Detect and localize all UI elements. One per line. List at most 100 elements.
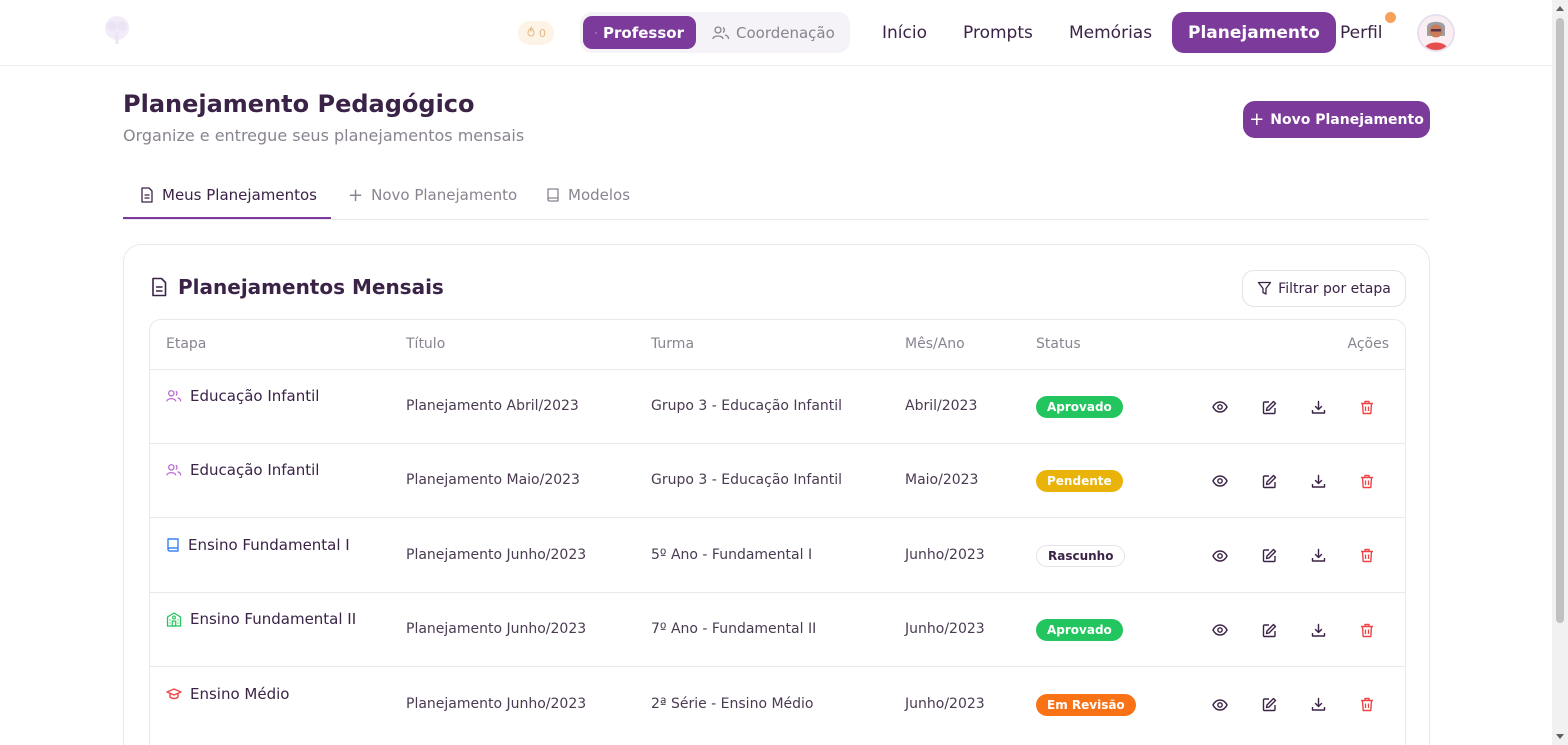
user-avatar-icon bbox=[1419, 16, 1453, 50]
filter-icon bbox=[1258, 281, 1272, 295]
table-row: Ensino Fundamental II Planejamento Junho/… bbox=[150, 593, 1405, 668]
turma-cell: 7º Ano - Fundamental II bbox=[651, 621, 817, 638]
page-subtitle: Organize e entregue seus planejamentos m… bbox=[123, 126, 525, 145]
filter-label: Filtrar por etapa bbox=[1278, 280, 1391, 297]
new-planning-button[interactable]: + Novo Planejamento bbox=[1243, 101, 1430, 138]
card-title-text: Planejamentos Mensais bbox=[178, 275, 444, 299]
titulo-cell: Planejamento Junho/2023 bbox=[406, 695, 587, 712]
mes-ano-cell: Junho/2023 bbox=[905, 621, 985, 638]
school-icon bbox=[166, 611, 182, 627]
status-badge: Em Revisão bbox=[1036, 693, 1136, 716]
users-icon bbox=[712, 25, 730, 39]
role-professor-button[interactable]: Professor bbox=[583, 16, 696, 49]
tab-novo-planejamento[interactable]: + Novo Planejamento bbox=[348, 172, 517, 218]
column-mes-ano: Mês/Ano bbox=[905, 336, 965, 352]
tab-label: Meus Planejamentos bbox=[162, 185, 317, 204]
view-icon[interactable] bbox=[1208, 693, 1232, 717]
titulo-cell: Planejamento Abril/2023 bbox=[406, 398, 579, 414]
document-icon bbox=[141, 186, 153, 203]
filter-by-stage-button[interactable]: Filtrar por etapa bbox=[1242, 270, 1406, 307]
edit-icon[interactable] bbox=[1257, 544, 1281, 568]
view-icon[interactable] bbox=[1208, 618, 1232, 642]
logo-tree-icon[interactable] bbox=[100, 14, 134, 48]
column-titulo: Título bbox=[406, 336, 446, 352]
download-icon[interactable] bbox=[1306, 469, 1330, 493]
tab-label: Novo Planejamento bbox=[371, 186, 518, 204]
streak-badge: 0 bbox=[518, 21, 554, 45]
users-icon bbox=[166, 463, 182, 477]
page-title: Planejamento Pedagógico bbox=[123, 90, 475, 118]
etapa-cell: Ensino Médio bbox=[166, 685, 289, 703]
view-icon[interactable] bbox=[1208, 544, 1232, 568]
column-turma: Turma bbox=[651, 336, 695, 352]
trash-icon[interactable] bbox=[1355, 618, 1379, 642]
etapa-cell: Educação Infantil bbox=[166, 387, 319, 405]
tab-modelos[interactable]: Modelos bbox=[546, 172, 630, 218]
download-icon[interactable] bbox=[1306, 693, 1330, 717]
view-icon[interactable] bbox=[1208, 395, 1232, 419]
role-coordenacao-button[interactable]: Coordenação bbox=[700, 16, 847, 49]
trash-icon[interactable] bbox=[1355, 469, 1379, 493]
users-icon bbox=[166, 389, 182, 403]
scrollbar[interactable] bbox=[1552, 0, 1568, 745]
status-badge: Aprovado bbox=[1036, 619, 1123, 642]
download-icon[interactable] bbox=[1306, 618, 1330, 642]
turma-cell: Grupo 3 - Educação Infantil bbox=[651, 398, 843, 414]
tab-label: Modelos bbox=[568, 186, 631, 204]
etapa-label: Ensino Fundamental II bbox=[190, 610, 357, 629]
card-title: Planejamentos Mensais bbox=[150, 275, 444, 299]
plus-icon: + bbox=[348, 184, 364, 206]
nav-inicio[interactable]: Início bbox=[866, 12, 943, 53]
scroll-up-arrow[interactable] bbox=[1556, 6, 1564, 11]
status-badge: Pendente bbox=[1036, 470, 1123, 493]
tabs: Meus Planejamentos + Novo Planejamento M… bbox=[123, 172, 1429, 220]
row-actions bbox=[1208, 544, 1379, 568]
nav-planejamento[interactable]: Planejamento bbox=[1172, 12, 1336, 53]
etapa-label: Ensino Médio bbox=[190, 684, 290, 703]
download-icon[interactable] bbox=[1306, 395, 1330, 419]
tab-meus-planejamentos[interactable]: Meus Planejamentos bbox=[123, 172, 331, 219]
avatar[interactable] bbox=[1417, 14, 1455, 52]
table-row: Ensino Médio Planejamento Junho/2023 2ª Sé… bbox=[150, 668, 1405, 742]
new-planning-label: Novo Planejamento bbox=[1270, 111, 1424, 128]
download-icon[interactable] bbox=[1306, 544, 1330, 568]
etapa-cell: Ensino Fundamental II bbox=[166, 610, 356, 628]
nav-memorias[interactable]: Memórias bbox=[1053, 12, 1168, 53]
trash-icon[interactable] bbox=[1355, 395, 1379, 419]
role-professor-label: Professor bbox=[603, 23, 684, 42]
trash-icon[interactable] bbox=[1355, 693, 1379, 717]
planning-card: Planejamentos Mensais Filtrar por etapa … bbox=[123, 244, 1430, 745]
mes-ano-cell: Junho/2023 bbox=[905, 695, 985, 712]
notification-dot bbox=[1383, 10, 1398, 25]
mes-ano-cell: Abril/2023 bbox=[905, 398, 978, 414]
edit-icon[interactable] bbox=[1257, 693, 1281, 717]
table-row: Educação Infantil Planejamento Abril/2023… bbox=[150, 370, 1405, 444]
trash-icon[interactable] bbox=[1355, 544, 1379, 568]
edit-icon[interactable] bbox=[1257, 395, 1281, 419]
etapa-label: Ensino Fundamental I bbox=[188, 535, 350, 554]
nav-prompts[interactable]: Prompts bbox=[947, 12, 1049, 53]
etapa-cell: Ensino Fundamental I bbox=[166, 536, 350, 554]
role-switch: Professor Coordenação bbox=[580, 12, 850, 53]
row-actions bbox=[1208, 469, 1379, 493]
scroll-down-arrow[interactable] bbox=[1556, 734, 1564, 739]
etapa-cell: Educação Infantil bbox=[166, 461, 319, 479]
mes-ano-cell: Junho/2023 bbox=[905, 546, 985, 563]
column-status: Status bbox=[1036, 336, 1081, 352]
status-badge: Rascunho bbox=[1036, 544, 1126, 567]
etapa-label: Educação Infantil bbox=[190, 461, 320, 480]
planning-table: Etapa Título Turma Mês/Ano Status Ações … bbox=[149, 319, 1406, 745]
titulo-cell: Planejamento Junho/2023 bbox=[406, 621, 587, 638]
edit-icon[interactable] bbox=[1257, 618, 1281, 642]
flame-icon bbox=[526, 26, 536, 40]
book-icon bbox=[547, 188, 559, 202]
status-badge: Aprovado bbox=[1036, 396, 1123, 418]
table-row: Ensino Fundamental I Planejamento Junho/2… bbox=[150, 519, 1405, 593]
column-acoes: Ações bbox=[1347, 336, 1389, 352]
mes-ano-cell: Maio/2023 bbox=[905, 472, 979, 489]
role-coordenacao-label: Coordenação bbox=[736, 23, 835, 42]
etapa-label: Educação Infantil bbox=[190, 387, 320, 405]
scroll-thumb[interactable] bbox=[1556, 18, 1564, 623]
edit-icon[interactable] bbox=[1257, 469, 1281, 493]
view-icon[interactable] bbox=[1208, 469, 1232, 493]
